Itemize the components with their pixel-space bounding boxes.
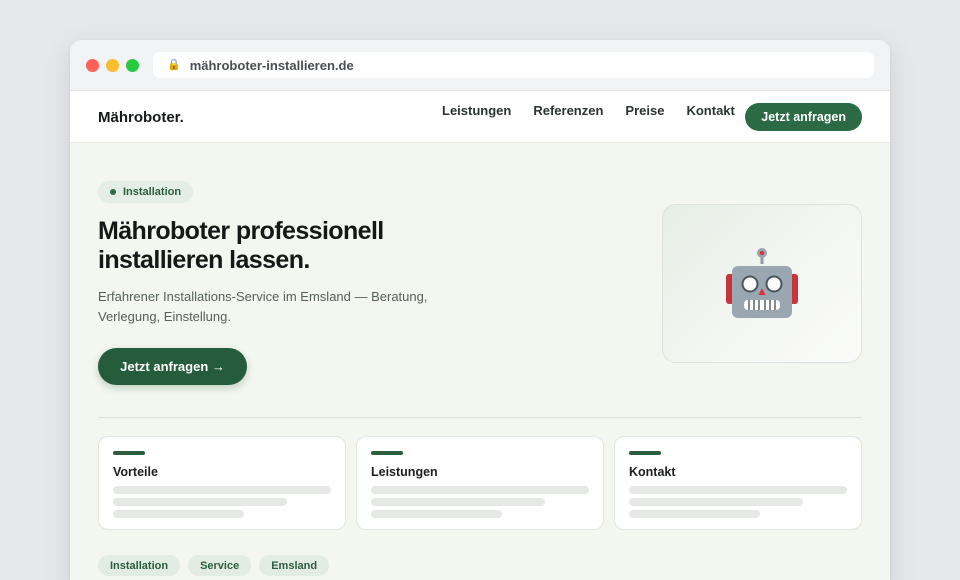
placeholder-line bbox=[371, 498, 545, 506]
card-accent-bar bbox=[629, 451, 661, 455]
tag-service[interactable]: Service bbox=[188, 555, 252, 576]
card-title: Vorteile bbox=[113, 465, 158, 479]
feature-card-vorteile[interactable]: Vorteile bbox=[98, 436, 346, 530]
nav-request-button[interactable]: Jetzt anfragen bbox=[745, 103, 862, 131]
hero-request-button[interactable]: Jetzt anfragen → bbox=[98, 348, 247, 385]
robot-icon bbox=[726, 247, 798, 318]
close-window-button[interactable] bbox=[86, 59, 99, 72]
feature-card-leistungen[interactable]: Leistungen bbox=[356, 436, 604, 530]
placeholder-line bbox=[629, 486, 847, 494]
placeholder-line bbox=[629, 510, 760, 518]
tag-emsland[interactable]: Emsland bbox=[259, 555, 330, 576]
url-text: mähroboter-installieren.de bbox=[189, 57, 354, 73]
hero-title: Mähroboter professionell installieren la… bbox=[98, 217, 384, 274]
tag-list: Installation Service Emsland bbox=[98, 555, 330, 576]
category-badge: Installation bbox=[98, 181, 194, 203]
section-divider bbox=[98, 417, 862, 418]
site-navbar: Mähroboter. Leistungen Referenzen Preise… bbox=[70, 91, 890, 143]
address-bar[interactable]: 🔒 mähroboter-installieren.de bbox=[153, 52, 874, 78]
hero-subtitle: Erfahrener Installations-Service im Emsl… bbox=[98, 289, 428, 324]
placeholder-line bbox=[371, 486, 589, 494]
badge-dot-icon bbox=[110, 189, 116, 195]
card-accent-bar bbox=[113, 451, 145, 455]
hero-illustration bbox=[662, 204, 862, 363]
badge-label: Installation bbox=[123, 186, 182, 198]
feature-cards: Vorteile Leistungen Kontakt bbox=[98, 436, 862, 530]
placeholder-line bbox=[371, 510, 502, 518]
nav-link-preise[interactable]: Preise bbox=[625, 103, 664, 118]
maximize-window-button[interactable] bbox=[126, 59, 139, 72]
browser-window: 🔒 mähroboter-installieren.de Mähroboter.… bbox=[70, 40, 890, 580]
minimize-window-button[interactable] bbox=[106, 59, 119, 72]
placeholder-line bbox=[113, 498, 287, 506]
card-title: Leistungen bbox=[371, 465, 438, 479]
placeholder-line bbox=[113, 510, 244, 518]
placeholder-line bbox=[113, 486, 331, 494]
nav-link-kontakt[interactable]: Kontakt bbox=[686, 103, 734, 118]
nav-link-referenzen[interactable]: Referenzen bbox=[533, 103, 603, 118]
nav-link-leistungen[interactable]: Leistungen bbox=[442, 103, 511, 118]
lock-icon: 🔒 bbox=[167, 58, 181, 71]
feature-card-kontakt[interactable]: Kontakt bbox=[614, 436, 862, 530]
hero-section: Installation Mähroboter professionell in… bbox=[70, 143, 890, 580]
tag-installation[interactable]: Installation bbox=[98, 555, 181, 576]
card-title: Kontakt bbox=[629, 465, 676, 479]
placeholder-line bbox=[629, 498, 803, 506]
nav-links: Leistungen Referenzen Preise Kontakt bbox=[442, 103, 757, 118]
site-logo[interactable]: Mähroboter. bbox=[98, 109, 184, 126]
card-accent-bar bbox=[371, 451, 403, 455]
browser-titlebar: 🔒 mähroboter-installieren.de bbox=[70, 40, 890, 91]
